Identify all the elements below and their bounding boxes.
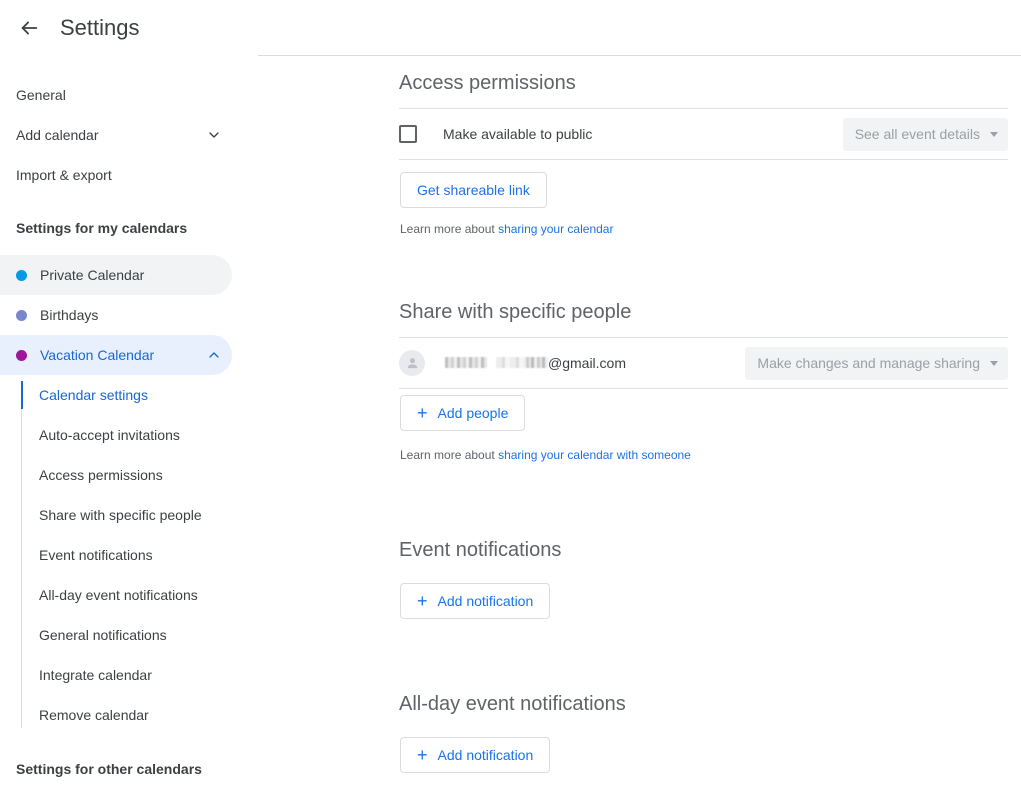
plus-icon: + <box>417 592 428 610</box>
sidebar-calendar-private-calendar[interactable]: Private Calendar <box>0 255 232 295</box>
sidebar-item-import-export[interactable]: Import & export <box>0 155 258 195</box>
person-permission-value: Make changes and manage sharing <box>757 355 980 371</box>
subnav-active-indicator <box>21 381 23 409</box>
section-title: All-day event notifications <box>399 693 626 716</box>
section-access-permissions: Access permissions <box>399 72 576 95</box>
sharing-your-calendar-link[interactable]: sharing your calendar <box>498 222 613 236</box>
make-available-to-public-checkbox[interactable] <box>399 125 417 143</box>
sidebar: General Add calendar Import & export Set… <box>0 56 258 798</box>
section-title: Event notifications <box>399 539 561 562</box>
redacted-email-block <box>526 357 548 368</box>
subnav-item-access-permissions[interactable]: Access permissions <box>21 455 258 495</box>
subnav-item-calendar-settings[interactable]: Calendar settings <box>21 375 258 415</box>
add-allday-notification-button[interactable]: + Add notification <box>400 737 550 773</box>
sidebar-item-add-calendar[interactable]: Add calendar <box>0 115 258 155</box>
add-notification-label: Add notification <box>438 593 534 609</box>
calendar-subnav: Calendar settings Auto-accept invitation… <box>0 375 258 735</box>
subnav-item-label: Integrate calendar <box>39 667 152 683</box>
calendar-color-dot <box>16 350 27 361</box>
plus-icon: + <box>417 404 428 422</box>
subnav-item-label: Auto-accept invitations <box>39 427 180 443</box>
my-calendars-heading: Settings for my calendars <box>0 220 258 236</box>
back-button[interactable] <box>14 13 44 43</box>
add-people-button[interactable]: + Add people <box>400 395 525 431</box>
section-all-day-event-notifications: All-day event notifications <box>399 693 626 716</box>
subnav-item-all-day-event-notifications[interactable]: All-day event notifications <box>21 575 258 615</box>
event-visibility-dropdown[interactable]: See all event details <box>843 118 1008 151</box>
caret-down-icon <box>990 361 998 366</box>
calendar-color-dot <box>16 270 27 281</box>
arrow-left-icon <box>18 17 40 39</box>
subnav-item-label: Event notifications <box>39 547 153 563</box>
event-visibility-value: See all event details <box>855 126 980 142</box>
subnav-rail <box>21 381 22 728</box>
subnav-item-share-with-specific-people[interactable]: Share with specific people <box>21 495 258 535</box>
add-people-label: Add people <box>438 405 509 421</box>
section-title: Access permissions <box>399 72 576 95</box>
subnav-item-event-notifications[interactable]: Event notifications <box>21 535 258 575</box>
chevron-up-icon[interactable] <box>204 345 224 365</box>
access-permissions-learn-more: Learn more about sharing your calendar <box>400 222 613 236</box>
redacted-email-block <box>445 357 487 368</box>
learn-more-prefix: Learn more about <box>400 222 498 236</box>
section-title: Share with specific people <box>399 301 631 324</box>
make-public-row: Make available to public See all event d… <box>399 109 1008 159</box>
learn-more-prefix: Learn more about <box>400 448 498 462</box>
sidebar-item-general[interactable]: General <box>0 75 258 115</box>
email-domain-suffix: @gmail.com <box>548 355 626 371</box>
section-event-notifications: Event notifications <box>399 539 561 562</box>
section-share-with-specific-people: Share with specific people <box>399 301 631 324</box>
sidebar-item-label: Add calendar <box>16 127 204 143</box>
calendar-name-label: Private Calendar <box>40 267 224 283</box>
add-event-notification-button[interactable]: + Add notification <box>400 583 550 619</box>
person-permission-dropdown[interactable]: Make changes and manage sharing <box>745 347 1008 380</box>
get-shareable-link-label: Get shareable link <box>417 182 530 198</box>
person-avatar-icon <box>399 350 425 376</box>
divider <box>399 159 1008 160</box>
subnav-item-auto-accept-invitations[interactable]: Auto-accept invitations <box>21 415 258 455</box>
shared-person-row: @gmail.com Make changes and manage shari… <box>399 338 1008 388</box>
calendar-color-dot <box>16 310 27 321</box>
add-notification-label: Add notification <box>438 747 534 763</box>
subnav-item-general-notifications[interactable]: General notifications <box>21 615 258 655</box>
page-title: Settings <box>60 13 140 43</box>
divider <box>399 388 1008 389</box>
subnav-item-label: Access permissions <box>39 467 163 483</box>
sidebar-calendar-vacation-calendar[interactable]: Vacation Calendar <box>0 335 232 375</box>
make-available-to-public-label: Make available to public <box>443 126 592 142</box>
shared-person-email: @gmail.com <box>445 355 626 371</box>
sidebar-item-label: Import & export <box>16 167 248 183</box>
subnav-item-remove-calendar[interactable]: Remove calendar <box>21 695 258 735</box>
subnav-item-label: Calendar settings <box>39 387 148 403</box>
get-shareable-link-button[interactable]: Get shareable link <box>400 172 547 208</box>
sidebar-calendar-birthdays[interactable]: Birthdays <box>0 295 232 335</box>
plus-icon: + <box>417 746 428 764</box>
subnav-item-integrate-calendar[interactable]: Integrate calendar <box>21 655 258 695</box>
calendar-name-label: Vacation Calendar <box>40 347 204 363</box>
share-specific-learn-more: Learn more about sharing your calendar w… <box>400 448 691 462</box>
calendar-name-label: Birthdays <box>40 307 224 323</box>
subnav-item-label: Remove calendar <box>39 707 149 723</box>
chevron-down-icon <box>204 125 224 145</box>
subnav-item-label: General notifications <box>39 627 167 643</box>
redacted-email-block <box>496 357 526 368</box>
subnav-item-label: Share with specific people <box>39 507 202 523</box>
app-header: Settings <box>0 0 1021 55</box>
other-calendars-heading: Settings for other calendars <box>0 761 258 777</box>
subnav-item-label: All-day event notifications <box>39 587 198 603</box>
sidebar-item-label: General <box>16 87 248 103</box>
caret-down-icon <box>990 132 998 137</box>
main-content: Access permissions Make available to pub… <box>258 56 1021 798</box>
sharing-your-calendar-with-someone-link[interactable]: sharing your calendar with someone <box>498 448 691 462</box>
